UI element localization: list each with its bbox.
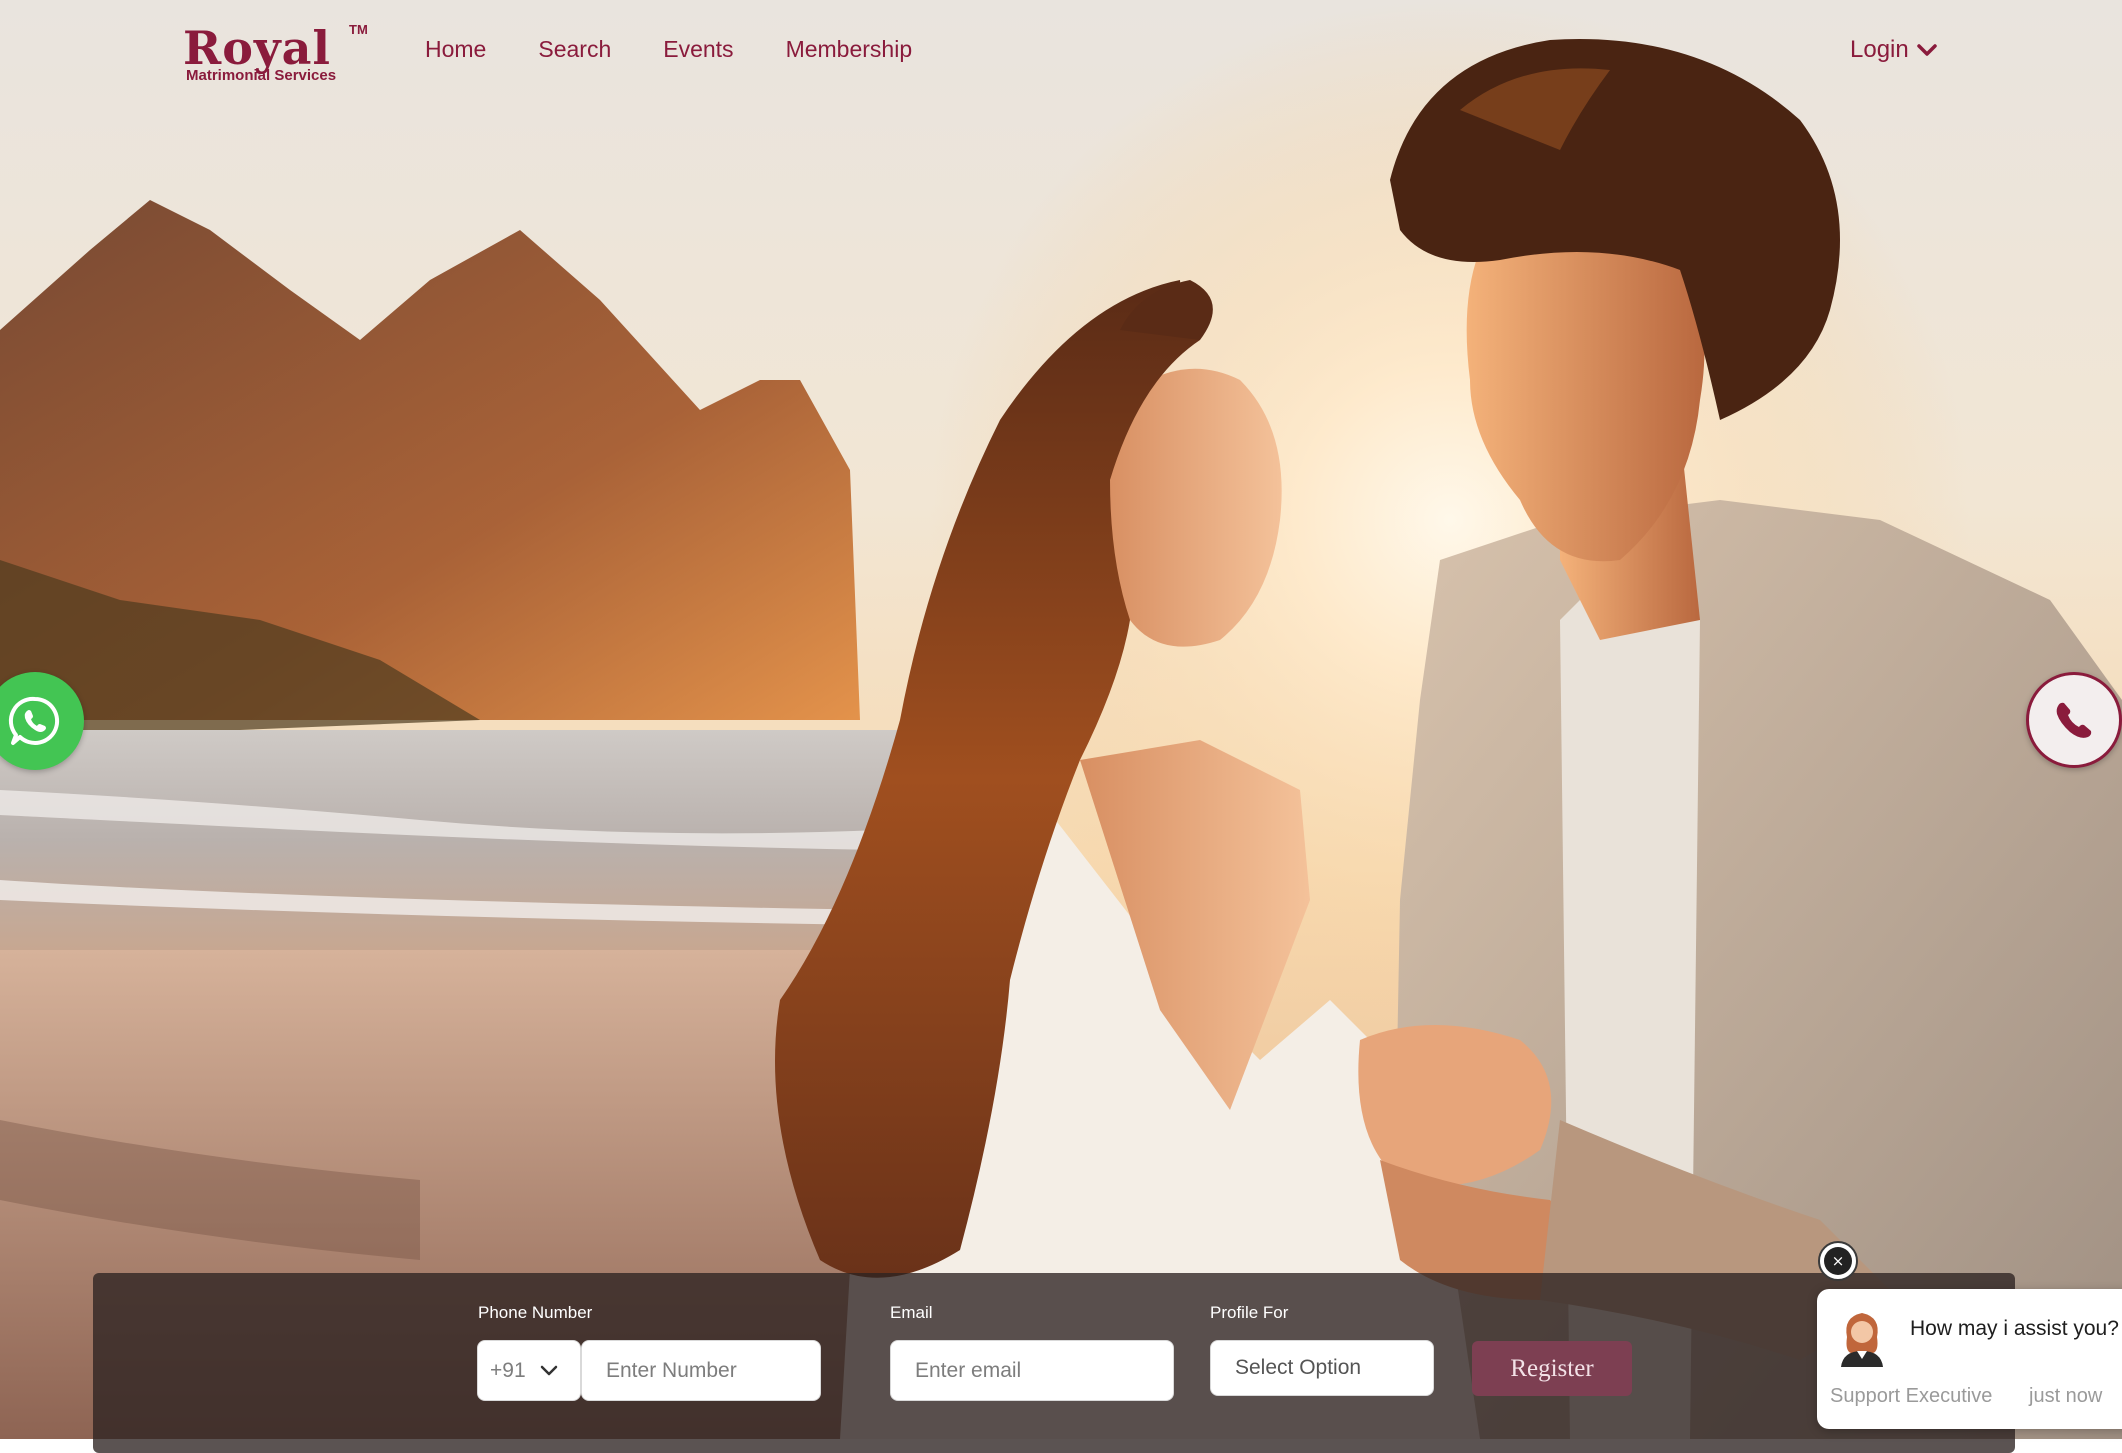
email-input[interactable]: Enter email xyxy=(890,1340,1174,1401)
brand-logo[interactable]: Royal TM Matrimonial Services xyxy=(183,22,373,88)
nav-events-link[interactable]: Events xyxy=(663,36,733,63)
email-placeholder: Enter email xyxy=(915,1358,1022,1382)
phone-number-input[interactable]: Enter Number xyxy=(581,1340,821,1401)
chat-popup[interactable]: How may i assist you? Support Executive … xyxy=(1817,1289,2122,1429)
phone-icon xyxy=(2056,702,2092,738)
phone-number-placeholder: Enter Number xyxy=(606,1358,737,1382)
close-icon: × xyxy=(1824,1247,1852,1275)
login-label: Login xyxy=(1850,36,1909,63)
nav-membership-link[interactable]: Membership xyxy=(786,36,913,63)
chat-timestamp: just now xyxy=(2029,1385,2103,1407)
support-avatar-icon xyxy=(1841,1313,1883,1367)
phone-number-label: Phone Number xyxy=(478,1303,593,1322)
logo-trademark: TM xyxy=(349,22,368,37)
site-header: Royal TM Matrimonial Services Home Searc… xyxy=(0,0,2122,110)
call-button[interactable] xyxy=(2026,672,2122,768)
logo-tagline: Matrimonial Services xyxy=(186,67,337,84)
profile-for-label: Profile For xyxy=(1210,1303,1289,1322)
nav-search-link[interactable]: Search xyxy=(538,36,611,63)
chevron-down-icon xyxy=(1916,44,1937,56)
chat-close-button[interactable]: × xyxy=(1818,1241,1858,1281)
hero-background xyxy=(0,0,2122,1439)
chat-message: How may i assist you? xyxy=(1910,1317,2119,1340)
register-button[interactable]: Register xyxy=(1472,1341,1632,1396)
profile-for-select[interactable]: Select Option xyxy=(1210,1340,1434,1396)
whatsapp-icon xyxy=(8,696,60,745)
hero-image xyxy=(0,0,2122,1439)
login-dropdown[interactable]: Login xyxy=(1850,36,1937,64)
email-label: Email xyxy=(890,1303,933,1322)
country-code-value: +91 xyxy=(490,1358,526,1382)
main-nav: Home Search Events Membership xyxy=(425,36,912,63)
chevron-down-icon xyxy=(540,1365,557,1375)
chat-sender: Support Executive xyxy=(1830,1385,1993,1407)
nav-home-link[interactable]: Home xyxy=(425,36,486,63)
profile-for-value: Select Option xyxy=(1235,1356,1362,1379)
country-code-select[interactable]: +91 xyxy=(477,1340,581,1401)
